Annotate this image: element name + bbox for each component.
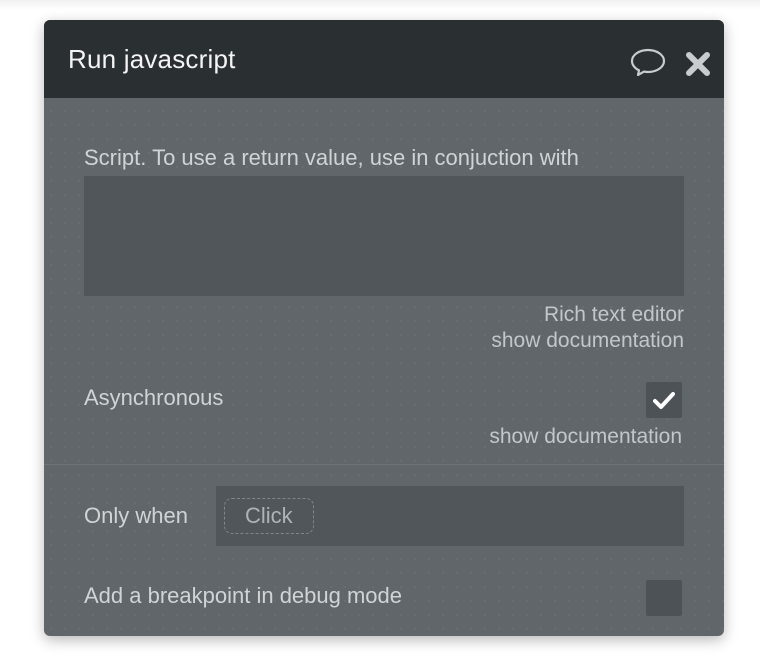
dialog-header: Run javascript [44, 20, 724, 98]
breakpoint-label: Add a breakpoint in debug mode [84, 583, 403, 608]
dialog-title: Run javascript [68, 44, 236, 74]
section-divider [44, 464, 724, 465]
background-strip [0, 0, 760, 10]
run-javascript-dialog: Run javascript Script. To use a return v… [44, 20, 724, 636]
click-placeholder-chip[interactable]: Click [224, 498, 314, 534]
only-when-label: Only when [84, 503, 188, 528]
asynchronous-show-documentation-link[interactable]: show documentation [489, 424, 682, 450]
breakpoint-checkbox[interactable] [646, 580, 682, 616]
rich-text-editor-link[interactable]: Rich text editor [544, 302, 684, 328]
asynchronous-checkbox[interactable] [646, 382, 682, 418]
speech-bubble-icon[interactable] [630, 48, 666, 76]
asynchronous-label: Asynchronous [84, 385, 224, 410]
checkmark-icon [653, 392, 675, 409]
script-editor[interactable] [84, 176, 684, 296]
only-when-condition-field[interactable]: Click [216, 486, 684, 546]
close-icon[interactable] [684, 50, 712, 78]
script-label: Script. To use a return value, use in co… [84, 145, 579, 170]
script-show-documentation-link[interactable]: show documentation [491, 328, 684, 354]
